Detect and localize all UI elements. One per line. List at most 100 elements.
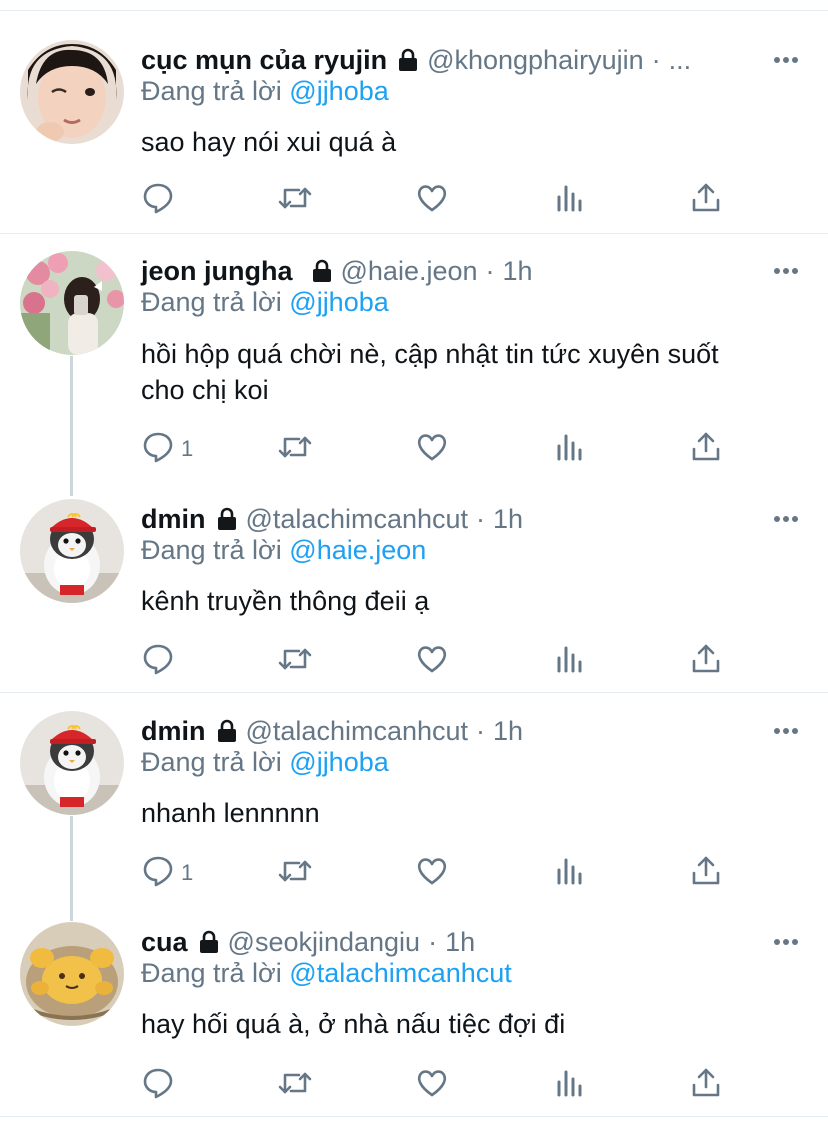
share-button[interactable] xyxy=(689,1065,723,1105)
display-name[interactable]: cục mụn của ryujin xyxy=(141,45,387,76)
like-icon xyxy=(415,854,449,893)
analytics-button[interactable] xyxy=(553,180,587,220)
replying-to-label: Đang trả lời xyxy=(141,76,282,106)
timestamp[interactable]: 1h xyxy=(493,716,523,747)
share-icon xyxy=(689,181,723,220)
tweet-divider xyxy=(0,233,828,234)
like-button[interactable] xyxy=(415,853,449,893)
mention-link[interactable]: @jjhoba xyxy=(289,747,388,777)
reply-count: 1 xyxy=(181,436,194,461)
avatar[interactable] xyxy=(20,251,124,355)
retweet-button[interactable] xyxy=(277,853,313,893)
username[interactable]: @haie.jeon xyxy=(341,256,478,287)
share-icon xyxy=(689,854,723,893)
separator: · xyxy=(476,503,486,534)
retweet-icon xyxy=(277,854,313,893)
mention-link[interactable]: @jjhoba xyxy=(289,287,388,317)
analytics-icon xyxy=(553,1066,587,1105)
avatar[interactable] xyxy=(20,922,124,1026)
tweet-header: dmin @talachimcanhcut · 1h xyxy=(141,711,523,751)
tweet-text: kênh truyền thông đeii ạ xyxy=(141,586,430,616)
share-button[interactable] xyxy=(689,853,723,893)
separator: · xyxy=(476,715,486,746)
reply-button[interactable]: 1 xyxy=(141,429,193,469)
username[interactable]: @talachimcanhcut xyxy=(246,504,469,535)
more-icon[interactable] xyxy=(770,503,802,535)
reply-button[interactable]: 1 xyxy=(141,853,193,893)
more-icon[interactable] xyxy=(770,715,802,747)
timestamp[interactable]: 1h xyxy=(445,927,475,958)
retweet-button[interactable] xyxy=(277,180,313,220)
like-button[interactable] xyxy=(415,429,449,469)
reply-button[interactable] xyxy=(141,641,181,681)
tweet-text: hồi hộp quá chời nè, cập nhật tin tức xu… xyxy=(141,339,719,405)
mention-link[interactable]: @haie.jeon xyxy=(289,535,426,565)
username[interactable]: @khongphairyujin xyxy=(427,45,644,76)
analytics-icon xyxy=(553,854,587,893)
retweet-icon xyxy=(277,181,313,220)
reply-icon xyxy=(141,181,175,220)
like-button[interactable] xyxy=(415,1065,449,1105)
avatar[interactable] xyxy=(20,499,124,603)
mention-link[interactable]: @talachimcanhcut xyxy=(289,958,512,988)
display-name[interactable]: dmin xyxy=(141,716,206,747)
avatar[interactable] xyxy=(20,711,124,815)
lock-icon xyxy=(216,719,238,743)
display-name[interactable]: jeon jungha xyxy=(141,256,293,287)
share-button[interactable] xyxy=(689,429,723,469)
analytics-button[interactable] xyxy=(553,641,587,681)
share-button[interactable] xyxy=(689,180,723,220)
reply-button[interactable] xyxy=(141,1065,181,1105)
analytics-button[interactable] xyxy=(553,429,587,469)
action-bar xyxy=(141,1065,741,1105)
replying-to: Đang trả lời @jjhoba xyxy=(141,76,389,107)
timestamp[interactable]: 1h xyxy=(503,256,533,287)
retweet-icon xyxy=(277,1066,313,1105)
replying-to-label: Đang trả lời xyxy=(141,287,282,317)
replying-to: Đang trả lời @jjhoba xyxy=(141,747,389,778)
analytics-icon xyxy=(553,430,587,469)
like-icon xyxy=(415,642,449,681)
tweet-header: jeon jungha @haie.jeon · 1h xyxy=(141,251,533,291)
analytics-button[interactable] xyxy=(553,1065,587,1105)
more-icon[interactable] xyxy=(770,44,802,76)
display-name[interactable]: dmin xyxy=(141,504,206,535)
like-button[interactable] xyxy=(415,180,449,220)
action-bar xyxy=(141,641,741,681)
avatar[interactable] xyxy=(20,40,124,144)
separator: · xyxy=(428,926,438,957)
display-name[interactable]: cua xyxy=(141,927,188,958)
reply-button[interactable] xyxy=(141,180,181,220)
username[interactable]: @talachimcanhcut xyxy=(246,716,469,747)
analytics-button[interactable] xyxy=(553,853,587,893)
retweet-button[interactable] xyxy=(277,1065,313,1105)
lock-icon xyxy=(311,259,333,283)
separator: · xyxy=(485,255,495,286)
timestamp[interactable]: ... xyxy=(669,45,692,76)
replying-to: Đang trả lời @talachimcanhcut xyxy=(141,958,512,989)
username[interactable]: @seokjindangiu xyxy=(228,927,421,958)
tweet-text: sao hay nói xui quá à xyxy=(141,127,397,157)
replying-to: Đang trả lời @jjhoba xyxy=(141,287,389,318)
share-button[interactable] xyxy=(689,641,723,681)
more-icon[interactable] xyxy=(770,926,802,958)
replying-to-label: Đang trả lời xyxy=(141,958,282,988)
like-button[interactable] xyxy=(415,641,449,681)
tweet-divider xyxy=(0,692,828,693)
mention-link[interactable]: @jjhoba xyxy=(289,76,388,106)
tweet-divider xyxy=(0,1116,828,1117)
lock-icon xyxy=(198,930,220,954)
replying-to-label: Đang trả lời xyxy=(141,535,282,565)
reply-icon xyxy=(141,1066,175,1105)
like-icon xyxy=(415,1066,449,1105)
retweet-button[interactable] xyxy=(277,429,313,469)
retweet-button[interactable] xyxy=(277,641,313,681)
action-bar xyxy=(141,180,741,220)
lock-icon xyxy=(397,48,419,72)
thread-line xyxy=(70,356,73,496)
lock-icon xyxy=(216,507,238,531)
timestamp[interactable]: 1h xyxy=(493,504,523,535)
top-divider xyxy=(0,0,828,11)
tweet-text: hay hối quá à, ở nhà nấu tiệc đợi đi xyxy=(141,1009,566,1039)
more-icon[interactable] xyxy=(770,255,802,287)
